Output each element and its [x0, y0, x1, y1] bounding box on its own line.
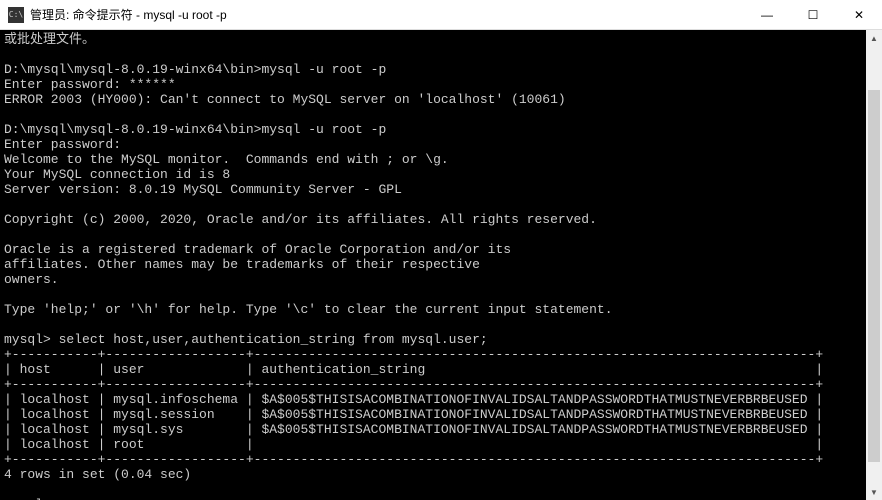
terminal-output[interactable]: 或批处理文件。 D:\mysql\mysql-8.0.19-winx64\bin…	[0, 30, 882, 500]
terminal-line: Enter password:	[4, 137, 878, 152]
cmd-icon: C:\	[8, 7, 24, 23]
terminal-line: Type 'help;' or '\h' for help. Type '\c'…	[4, 302, 878, 317]
terminal-line: D:\mysql\mysql-8.0.19-winx64\bin>mysql -…	[4, 62, 878, 77]
vertical-scrollbar[interactable]: ▲ ▼	[866, 30, 882, 500]
terminal-line	[4, 47, 878, 62]
terminal-line: Enter password: ******	[4, 77, 878, 92]
terminal-line: +-----------+------------------+--------…	[4, 347, 878, 362]
terminal-line: | localhost | root | |	[4, 437, 878, 452]
scroll-thumb[interactable]	[868, 90, 880, 462]
maximize-button[interactable]: ☐	[790, 0, 836, 30]
terminal-line	[4, 317, 878, 332]
terminal-line: +-----------+------------------+--------…	[4, 377, 878, 392]
terminal-line	[4, 197, 878, 212]
terminal-line: Oracle is a registered trademark of Orac…	[4, 242, 878, 257]
terminal-line: +-----------+------------------+--------…	[4, 452, 878, 467]
scroll-down-arrow[interactable]: ▼	[866, 484, 882, 500]
window-titlebar: C:\ 管理员: 命令提示符 - mysql -u root -p — ☐ ✕	[0, 0, 882, 30]
terminal-line	[4, 107, 878, 122]
terminal-line: ERROR 2003 (HY000): Can't connect to MyS…	[4, 92, 878, 107]
terminal-line: | localhost | mysql.sys | $A$005$THISISA…	[4, 422, 878, 437]
terminal-line: owners.	[4, 272, 878, 287]
terminal-line: Server version: 8.0.19 MySQL Community S…	[4, 182, 878, 197]
terminal-line: affiliates. Other names may be trademark…	[4, 257, 878, 272]
minimize-button[interactable]: —	[744, 0, 790, 30]
terminal-line: mysql> select host,user,authentication_s…	[4, 332, 878, 347]
window-title: 管理员: 命令提示符 - mysql -u root -p	[30, 6, 744, 23]
scroll-track[interactable]	[866, 46, 882, 484]
terminal-line	[4, 287, 878, 302]
terminal-line: D:\mysql\mysql-8.0.19-winx64\bin>mysql -…	[4, 122, 878, 137]
terminal-line: Your MySQL connection id is 8	[4, 167, 878, 182]
terminal-line: | host | user | authentication_string |	[4, 362, 878, 377]
scroll-up-arrow[interactable]: ▲	[866, 30, 882, 46]
close-button[interactable]: ✕	[836, 0, 882, 30]
terminal-line	[4, 227, 878, 242]
terminal-line: Welcome to the MySQL monitor. Commands e…	[4, 152, 878, 167]
terminal-line	[4, 482, 878, 497]
terminal-line: Copyright (c) 2000, 2020, Oracle and/or …	[4, 212, 878, 227]
terminal-line: 或批处理文件。	[4, 32, 878, 47]
terminal-line: 4 rows in set (0.04 sec)	[4, 467, 878, 482]
terminal-line: | localhost | mysql.infoschema | $A$005$…	[4, 392, 878, 407]
terminal-line: | localhost | mysql.session | $A$005$THI…	[4, 407, 878, 422]
